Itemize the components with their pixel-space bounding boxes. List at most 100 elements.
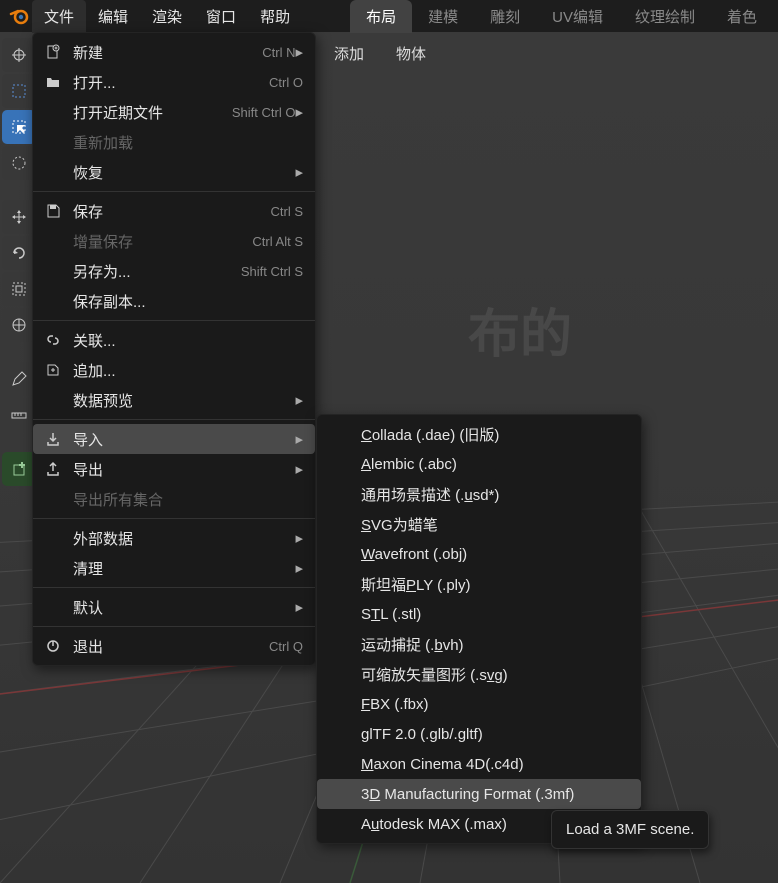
file-menu-item: 导出所有集合: [33, 484, 315, 514]
file-menu-item[interactable]: 默认▸: [33, 592, 315, 622]
menu-文件[interactable]: 文件: [32, 0, 86, 33]
tool-scale[interactable]: [2, 272, 36, 306]
file-menu-item[interactable]: 导入▸: [33, 424, 315, 454]
submenu-arrow-icon: ▸: [295, 163, 303, 181]
submenu-arrow-icon: ▸: [295, 598, 303, 616]
menu-编辑[interactable]: 编辑: [86, 0, 140, 33]
menu-item-label: 通用场景描述 (.usd*): [361, 484, 499, 505]
menu-item-label: 斯坦福PLY (.ply): [361, 574, 471, 595]
tooltip: Load a 3MF scene.: [551, 810, 709, 849]
import-menu-item[interactable]: Collada (.dae) (旧版): [317, 419, 641, 449]
menu-item-label: SVG为蜡笔: [361, 514, 438, 535]
menu-item-label: 恢复: [73, 162, 295, 183]
submenu-arrow-icon: ▸: [295, 529, 303, 547]
tool-move[interactable]: [2, 200, 36, 234]
shortcut: Ctrl O: [269, 75, 303, 90]
menu-item-label: 运动捕捉 (.bvh): [361, 634, 464, 655]
menu-item-label: Collada (.dae) (旧版): [361, 424, 499, 445]
import-menu-item[interactable]: 可缩放矢量图形 (.svg): [317, 659, 641, 689]
tool-select[interactable]: [2, 110, 36, 144]
menu-item-label: 导出所有集合: [73, 489, 303, 510]
import-menu-item[interactable]: 斯坦福PLY (.ply): [317, 569, 641, 599]
file-menu-dropdown: 新建Ctrl N▸打开...Ctrl O打开近期文件Shift Ctrl O▸重…: [32, 32, 316, 666]
menu-帮助[interactable]: 帮助: [248, 0, 302, 33]
menu-item-label: FBX (.fbx): [361, 696, 429, 713]
new-icon: [45, 44, 73, 60]
menu-item-label: Autodesk MAX (.max): [361, 816, 507, 833]
menu-item-label: 保存副本...: [73, 291, 303, 312]
menu-item-label: 退出: [73, 636, 269, 657]
file-menu-item[interactable]: 退出Ctrl Q: [33, 631, 315, 661]
shortcut: Ctrl Q: [269, 639, 303, 654]
workspace-tab[interactable]: 纹理绘制: [619, 0, 711, 33]
menu-item-label: 打开近期文件: [73, 102, 232, 123]
import-menu-item[interactable]: 3D Manufacturing Format (.3mf): [317, 779, 641, 809]
menu-渲染[interactable]: 渲染: [140, 0, 194, 33]
menu-item-label: 数据预览: [73, 390, 295, 411]
tool-add[interactable]: [2, 452, 36, 486]
submenu-arrow-icon: ▸: [295, 460, 303, 478]
menu-item-label: 增量保存: [73, 231, 252, 252]
import-menu-item[interactable]: glTF 2.0 (.glb/.gltf): [317, 719, 641, 749]
menu-item-label: 默认: [73, 597, 295, 618]
tool-lasso[interactable]: [2, 146, 36, 180]
menu-item-label: 保存: [73, 201, 271, 222]
shortcut: Shift Ctrl O: [232, 105, 296, 120]
menu-item-label: 追加...: [73, 360, 303, 381]
import-menu-item[interactable]: Maxon Cinema 4D(.c4d): [317, 749, 641, 779]
menu-窗口[interactable]: 窗口: [194, 0, 248, 33]
menu-item-label: 外部数据: [73, 528, 295, 549]
file-menu-item[interactable]: 清理▸: [33, 553, 315, 583]
tool-rotate[interactable]: [2, 236, 36, 270]
file-menu-item[interactable]: 追加...: [33, 355, 315, 385]
file-menu-item[interactable]: 另存为...Shift Ctrl S: [33, 256, 315, 286]
file-menu-item[interactable]: 保存Ctrl S: [33, 196, 315, 226]
import-menu-item[interactable]: Wavefront (.obj): [317, 539, 641, 569]
tool-select-box[interactable]: [2, 74, 36, 108]
header-menu-添加[interactable]: 添加: [318, 43, 380, 64]
file-menu-item[interactable]: 恢复▸: [33, 157, 315, 187]
export-icon: [45, 461, 73, 477]
file-menu-item[interactable]: 外部数据▸: [33, 523, 315, 553]
menu-item-label: 导入: [73, 429, 295, 450]
header-menu-物体[interactable]: 物体: [380, 43, 442, 64]
file-menu-item[interactable]: 导出▸: [33, 454, 315, 484]
import-menu-item[interactable]: 通用场景描述 (.usd*): [317, 479, 641, 509]
file-menu-item[interactable]: 保存副本...: [33, 286, 315, 316]
import-menu-item[interactable]: 运动捕捉 (.bvh): [317, 629, 641, 659]
menu-item-label: 关联...: [73, 330, 303, 351]
import-menu-item[interactable]: Alembic (.abc): [317, 449, 641, 479]
open-icon: [45, 74, 73, 90]
file-menu-item[interactable]: 新建Ctrl N▸: [33, 37, 315, 67]
import-submenu: Collada (.dae) (旧版) Alembic (.abc) 通用场景描述 …: [316, 414, 642, 844]
shortcut: Ctrl S: [271, 204, 304, 219]
file-menu-item[interactable]: 打开近期文件Shift Ctrl O▸: [33, 97, 315, 127]
workspace-tab[interactable]: 布局: [350, 0, 412, 33]
file-menu-item[interactable]: 数据预览▸: [33, 385, 315, 415]
import-menu-item[interactable]: SVG为蜡笔: [317, 509, 641, 539]
workspace-tab[interactable]: 建模: [412, 0, 474, 33]
blender-logo-icon[interactable]: [6, 6, 32, 26]
workspace-tab[interactable]: 雕刻: [474, 0, 536, 33]
tool-annotate[interactable]: [2, 362, 36, 396]
menu-item-label: 打开...: [73, 72, 269, 93]
tool-measure[interactable]: [2, 398, 36, 432]
workspace-tab[interactable]: 着色: [711, 0, 773, 33]
menu-item-label: Maxon Cinema 4D(.c4d): [361, 756, 524, 773]
top-bar: 文件编辑渲染窗口帮助 布局建模雕刻UV编辑纹理绘制着色: [0, 0, 778, 32]
submenu-arrow-icon: ▸: [295, 43, 303, 61]
menu-item-label: 可缩放矢量图形 (.svg): [361, 664, 508, 685]
file-menu-item[interactable]: 打开...Ctrl O: [33, 67, 315, 97]
append-icon: [45, 362, 73, 378]
menu-item-label: 重新加载: [73, 132, 303, 153]
menu-item-label: 3D Manufacturing Format (.3mf): [361, 786, 574, 803]
menu-item-label: 新建: [73, 42, 262, 63]
menu-item-label: Alembic (.abc): [361, 456, 457, 473]
link-icon: [45, 332, 73, 348]
workspace-tab[interactable]: UV编辑: [536, 0, 619, 33]
import-menu-item[interactable]: FBX (.fbx): [317, 689, 641, 719]
menu-item-label: Wavefront (.obj): [361, 546, 467, 563]
file-menu-item[interactable]: 关联...: [33, 325, 315, 355]
tool-transform[interactable]: [2, 308, 36, 342]
import-menu-item[interactable]: STL (.stl): [317, 599, 641, 629]
